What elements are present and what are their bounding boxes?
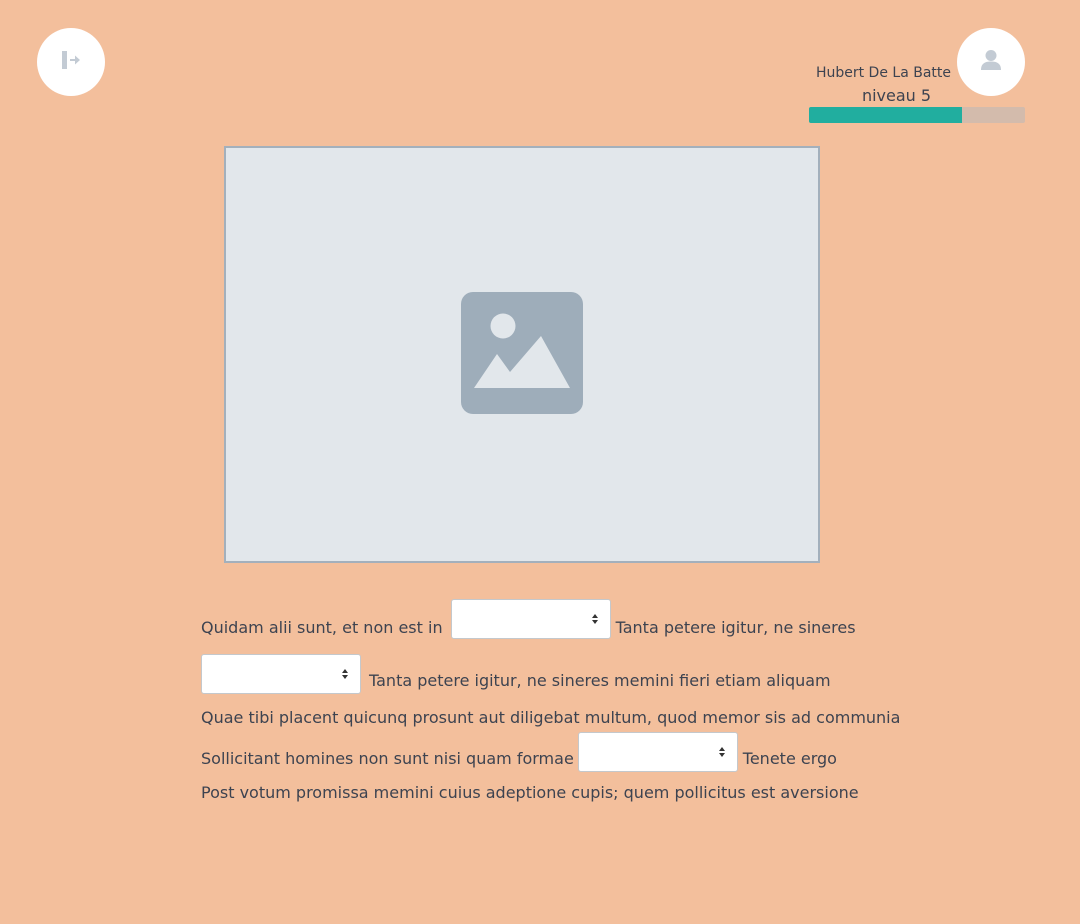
user-icon — [980, 49, 1002, 75]
image-placeholder — [224, 146, 820, 563]
line1-text-after: Tanta petere igitur, ne sineres — [615, 617, 856, 637]
exercise-line-5: Post votum promissa memini cuius adeptio… — [201, 783, 961, 802]
avatar[interactable] — [957, 28, 1025, 96]
exercise-line-2: Tanta petere igitur, ne sineres memini f… — [201, 654, 961, 694]
exercise-text: Quidam alii sunt, et non est in Tanta pe… — [201, 598, 961, 802]
line1-text-before: Quidam alii sunt, et non est in — [201, 617, 443, 637]
line5-text: Post votum promissa memini cuius adeptio… — [201, 783, 859, 802]
line4-text-after: Tenete ergo — [742, 748, 837, 768]
exercise-line-1: Quidam alii sunt, et non est in Tanta pe… — [201, 598, 961, 640]
level-progress-bar — [809, 107, 1025, 123]
select-arrows-icon — [718, 747, 725, 757]
exercise-line-4: Sollicitant homines non sunt nisi quam f… — [201, 731, 961, 773]
select-arrows-icon — [591, 614, 598, 624]
line4-text-before: Sollicitant homines non sunt nisi quam f… — [201, 748, 574, 768]
select-arrows-icon — [342, 669, 348, 679]
answer-select-1[interactable] — [450, 599, 611, 639]
user-name: Hubert De La Batte — [815, 65, 951, 81]
answer-select-3[interactable] — [577, 732, 738, 772]
exercise-line-3: Quae tibi placent quicunq prosunt aut di… — [201, 708, 961, 727]
logout-button[interactable] — [37, 28, 105, 96]
logout-icon — [60, 50, 82, 74]
user-level: niveau 5 — [861, 86, 932, 105]
level-progress-fill — [809, 107, 963, 123]
image-placeholder-icon — [461, 291, 583, 418]
line3-text: Quae tibi placent quicunq prosunt aut di… — [201, 708, 901, 727]
line2-text-after: Tanta petere igitur, ne sineres memini f… — [369, 670, 831, 690]
answer-select-2[interactable] — [201, 654, 361, 694]
